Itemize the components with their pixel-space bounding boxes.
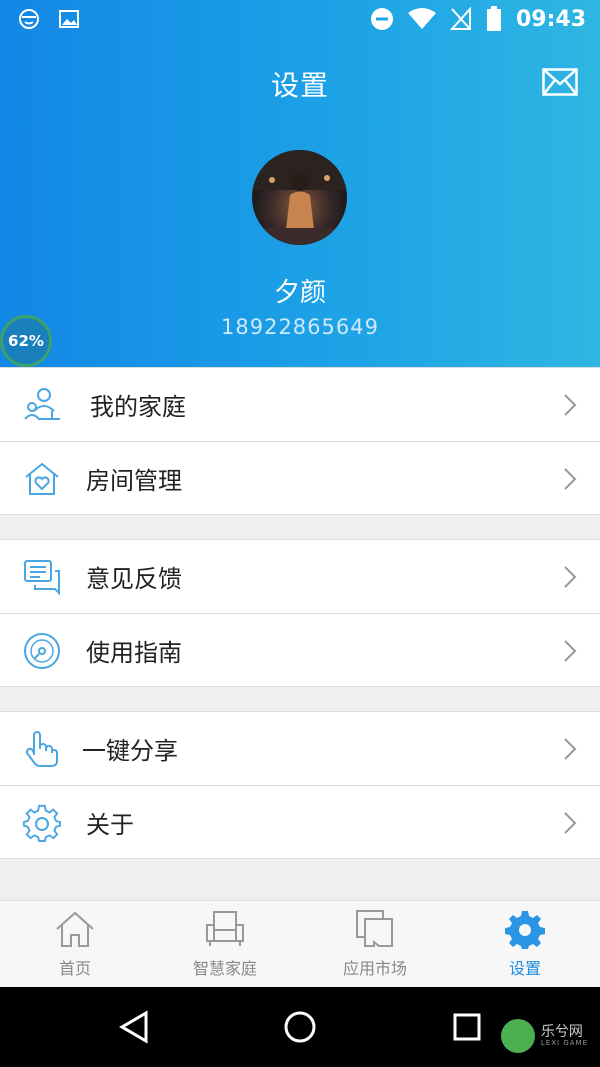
chevron-right-icon — [564, 812, 577, 834]
avatar-photo — [252, 150, 347, 245]
username: 夕颜 — [273, 278, 326, 308]
sofa-icon — [206, 911, 244, 946]
mail-icon[interactable] — [542, 68, 578, 96]
do-not-disturb-icon — [370, 8, 393, 30]
tab-label: 智慧家庭 — [192, 959, 257, 978]
back-triangle-icon[interactable] — [114, 1007, 154, 1047]
image-notification-icon — [59, 10, 79, 28]
chevron-right-icon — [564, 738, 577, 760]
menu-group-home: 我的家庭 房间管理 — [0, 367, 600, 515]
family-icon — [24, 388, 60, 420]
page-title: 设置 — [270, 69, 329, 102]
battery-icon — [486, 6, 501, 31]
tab-app-market[interactable]: 应用市场 — [300, 901, 450, 988]
section-spacer — [0, 515, 600, 539]
chevron-right-icon — [564, 394, 577, 416]
gear-outline-icon — [22, 804, 61, 842]
chevron-right-icon — [564, 468, 577, 490]
system-navigation-bar: 乐兮网 LEXI GAME — [0, 987, 600, 1067]
wifi-icon — [407, 8, 436, 29]
feedback-chat-icon — [24, 560, 60, 596]
tab-smart-home[interactable]: 智慧家庭 — [150, 901, 300, 988]
floating-progress-badge[interactable]: 62% — [0, 315, 52, 367]
menu-item-user-guide[interactable]: 使用指南 — [0, 613, 600, 686]
status-time: 09:43 — [515, 6, 586, 32]
settings-menu: 我的家庭 房间管理 意见反馈 使用指南 一键分享 关于 — [0, 367, 600, 859]
phone-number: 18922865649 — [221, 315, 379, 339]
menu-label: 关于 — [86, 810, 134, 839]
watermark-text: 乐兮网 — [540, 1024, 583, 1040]
watermark-subtext: LEXI GAME — [540, 1039, 588, 1047]
menu-item-room-management[interactable]: 房间管理 — [0, 441, 600, 514]
menu-label: 使用指南 — [86, 638, 182, 667]
menu-label: 我的家庭 — [90, 393, 186, 421]
menu-item-feedback[interactable]: 意见反馈 — [0, 540, 600, 613]
tab-label: 应用市场 — [342, 959, 407, 978]
apps-cards-icon — [356, 910, 393, 947]
menu-label: 房间管理 — [86, 466, 182, 495]
tab-home[interactable]: 首页 — [0, 901, 150, 988]
menu-label: 意见反馈 — [86, 565, 182, 593]
bottom-tab-bar: 首页 智慧家庭 应用市场 设置 — [0, 900, 600, 987]
tap-finger-icon — [25, 731, 58, 767]
no-signal-icon — [449, 7, 471, 30]
house-heart-icon — [25, 462, 59, 495]
menu-item-my-family[interactable]: 我的家庭 — [0, 368, 600, 441]
watermark-logo-icon — [500, 1019, 535, 1053]
menu-item-about[interactable]: 关于 — [0, 785, 600, 858]
title-bar: 设置 — [0, 60, 600, 104]
face-notification-icon — [19, 9, 39, 29]
tab-label: 首页 — [58, 959, 91, 978]
menu-item-share[interactable]: 一键分享 — [0, 712, 600, 785]
menu-group-support: 意见反馈 使用指南 — [0, 539, 600, 687]
watermark: 乐兮网 LEXI GAME — [500, 1019, 588, 1053]
chevron-right-icon — [564, 566, 577, 588]
chevron-right-icon — [564, 640, 577, 662]
status-bar: 09:43 — [0, 0, 600, 42]
menu-group-misc: 一键分享 关于 — [0, 711, 600, 859]
home-icon — [56, 911, 94, 947]
menu-label: 一键分享 — [82, 737, 178, 765]
recents-square-icon[interactable] — [447, 1007, 487, 1047]
tab-settings[interactable]: 设置 — [450, 901, 600, 988]
gear-icon — [505, 911, 545, 949]
progress-badge-text: 62% — [8, 332, 44, 350]
tab-label: 设置 — [508, 959, 541, 978]
guide-disc-icon — [24, 633, 60, 669]
profile-header: 09:43 设置 夕颜 18922865649 62% — [0, 0, 600, 367]
avatar[interactable] — [252, 150, 347, 245]
home-circle-icon[interactable] — [280, 1007, 320, 1047]
section-spacer — [0, 687, 600, 711]
